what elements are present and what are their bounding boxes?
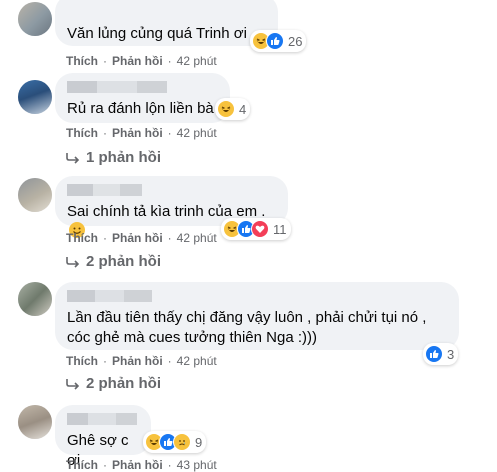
reply-action[interactable]: Phản hồi — [112, 54, 163, 68]
reaction-summary[interactable]: 26 — [250, 30, 307, 52]
view-replies-link[interactable]: 2 phản hồi — [66, 253, 161, 270]
separator: · — [103, 126, 107, 140]
reply-arrow-icon — [66, 256, 80, 268]
like-action[interactable]: Thích — [66, 54, 98, 68]
replies-count-label: 1 phản hồi — [86, 149, 161, 166]
blurred-name — [67, 81, 167, 93]
timestamp[interactable]: 43 phút — [177, 458, 217, 472]
replies-count-label: 2 phản hồi — [86, 375, 161, 392]
comment-actions: Thích · Phản hồi · 42 phút — [66, 231, 217, 245]
like-action[interactable]: Thích — [66, 458, 98, 472]
separator: · — [103, 54, 107, 68]
reaction-summary[interactable]: 9 — [143, 431, 207, 453]
blurred-name — [67, 290, 152, 302]
timestamp[interactable]: 42 phút — [177, 54, 217, 68]
view-replies-link[interactable]: 1 phản hồi — [66, 149, 161, 166]
comment-actions: Thích · Phản hồi · 43 phút — [66, 458, 217, 472]
reply-action[interactable]: Phản hồi — [112, 458, 163, 472]
reaction-count: 26 — [288, 33, 303, 49]
reaction-summary[interactable]: 3 — [423, 343, 459, 365]
reaction-count: 4 — [239, 101, 247, 117]
reaction-count: 9 — [195, 434, 203, 450]
reaction-count: 11 — [273, 221, 287, 237]
timestamp[interactable]: 42 phút — [177, 354, 217, 368]
timestamp[interactable]: 42 phút — [177, 231, 217, 245]
separator: · — [167, 354, 172, 368]
love-icon — [251, 220, 269, 238]
like-action[interactable]: Thích — [66, 231, 98, 245]
avatar[interactable] — [18, 405, 52, 439]
sad-icon — [173, 433, 191, 451]
reply-arrow-icon — [66, 152, 80, 164]
comment-actions: Thích · Phản hồi · 42 phút — [66, 126, 217, 140]
like-action[interactable]: Thích — [66, 354, 98, 368]
comment-bubble: Ghê sợ c ơi — [55, 405, 151, 469]
reaction-summary[interactable]: 11 — [221, 218, 291, 240]
comment-bubble: Văn lủng củng quá Trinh ơi — [55, 0, 278, 46]
blurred-name — [67, 184, 142, 196]
like-icon — [266, 32, 284, 50]
reaction-count: 3 — [447, 346, 455, 362]
comment-text: Rủ ra đánh lộn liền bà — [67, 100, 214, 117]
reply-action[interactable]: Phản hồi — [112, 231, 163, 245]
separator: · — [103, 354, 107, 368]
comment-bubble: Lần đầu tiên thấy chị đăng vậy luôn , ph… — [55, 282, 459, 350]
avatar[interactable] — [18, 282, 52, 316]
comment-text: Văn lủng củng quá Trinh ơi — [67, 25, 247, 42]
separator: · — [167, 54, 172, 68]
comment-text-line-2: cóc ghẻ mà cues tưởng thiên Nga :))) — [67, 329, 317, 346]
comment-actions: Thích · Phản hồi · 42 phút — [66, 354, 217, 368]
like-icon — [425, 345, 443, 363]
view-replies-link[interactable]: 2 phản hồi — [66, 375, 161, 392]
replies-count-label: 2 phản hồi — [86, 253, 161, 270]
avatar[interactable] — [18, 80, 52, 114]
reply-action[interactable]: Phản hồi — [112, 354, 163, 368]
reaction-summary[interactable]: 4 — [215, 98, 251, 120]
avatar[interactable] — [18, 178, 52, 212]
like-action[interactable]: Thích — [66, 126, 98, 140]
avatar[interactable] — [18, 2, 52, 36]
comment-bubble: Rủ ra đánh lộn liền bà — [55, 73, 230, 123]
reply-arrow-icon — [66, 378, 80, 390]
timestamp[interactable]: 42 phút — [177, 126, 217, 140]
comment-text-line-1: Lần đầu tiên thấy chị đăng vậy luôn , ph… — [67, 309, 427, 326]
haha-icon — [217, 100, 235, 118]
separator: · — [167, 458, 172, 472]
separator: · — [167, 126, 172, 140]
blurred-name — [67, 413, 137, 425]
reply-action[interactable]: Phản hồi — [112, 126, 163, 140]
separator: · — [103, 458, 107, 472]
separator: · — [167, 231, 172, 245]
separator: · — [103, 231, 107, 245]
comment-actions: Thích · Phản hồi · 42 phút — [66, 54, 217, 68]
